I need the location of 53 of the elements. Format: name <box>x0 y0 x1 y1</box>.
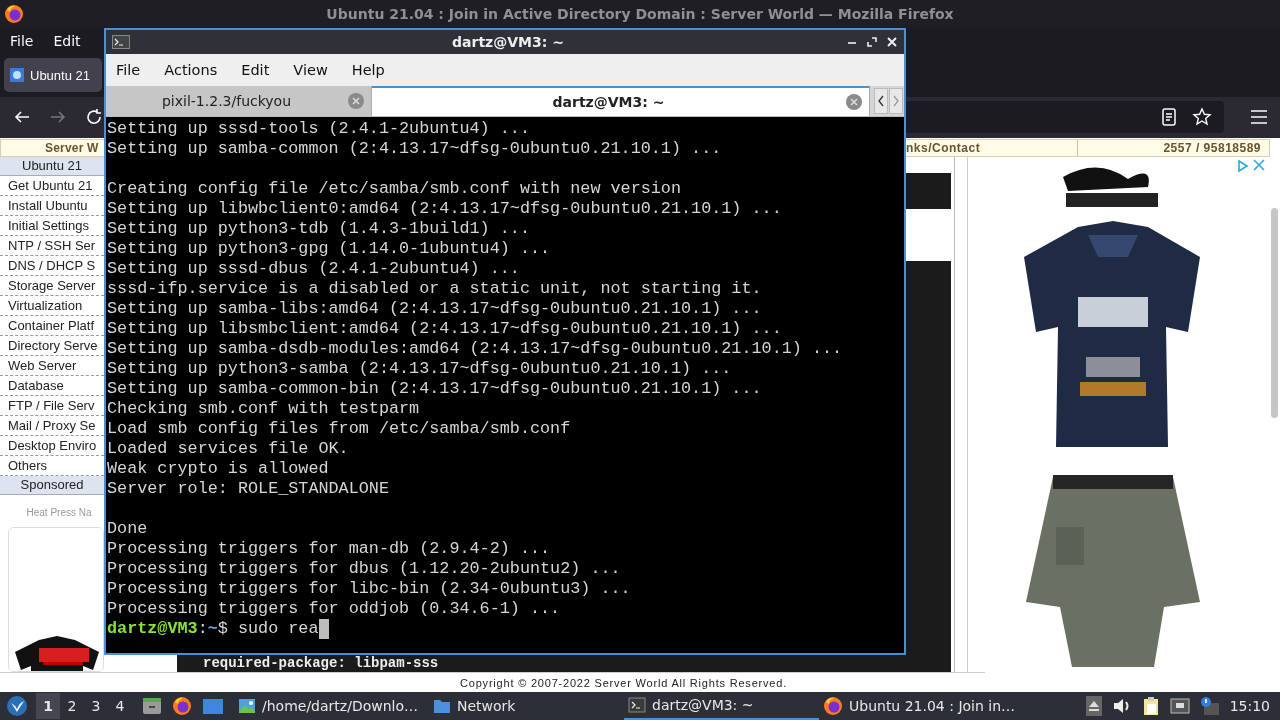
window-title: Ubuntu 21.04 : Join in Active Directory Domain : Server World — Mozilla Firefox <box>325 5 955 22</box>
terminal-tab[interactable]: dartz@VM3: ~ <box>372 86 870 116</box>
terminal-line: Setting up libwbclient0:amd64 (2:4.13.17~dfsg-0ubuntu0.21.10.1) ... <box>107 199 783 219</box>
menu-item[interactable]: Help <box>351 62 385 78</box>
copyright-text: Copyright © 2007-2022 Server World All Rights Reserved. <box>460 676 788 689</box>
site-title: Server W <box>44 140 100 156</box>
menu-item[interactable]: Edit <box>53 32 81 49</box>
sidebar-heading: Ubuntu 21 <box>0 157 104 176</box>
terminal-line: Creating config file /etc/samba/smb.conf with new version <box>107 179 682 199</box>
taskbar-button[interactable]: Network <box>429 692 624 720</box>
workspace-button[interactable]: 1 <box>36 693 60 719</box>
terminal-line: Checking smb.conf with testparm <box>107 399 421 419</box>
terminal-line: Setting up python3-samba (2:4.13.17~dfsg-0ubuntu0.21.10.1) ... <box>107 359 733 379</box>
menu-item[interactable]: Edit <box>241 62 270 78</box>
menu-item[interactable]: View <box>293 62 328 78</box>
nav-link[interactable]: nks/Contact <box>906 140 1077 156</box>
terminal-line: Done <box>107 519 149 539</box>
terminal-line: sssd-ifp.service is a disabled or a static unit, not starting it. <box>107 279 763 299</box>
terminal-line: Weak crypto is allowed <box>107 459 330 479</box>
terminal-line: Setting up samba-common-bin (2:4.13.17~dfsg-0ubuntu0.21.10.1) ... <box>107 379 763 399</box>
menu-item[interactable]: Actions <box>164 62 218 78</box>
terminal-line: Load smb config files from /etc/samba/smb.conf <box>107 419 572 439</box>
workspace-button[interactable]: 2 <box>60 693 84 719</box>
terminal-line: Server role: ROLE_STANDALONE <box>107 479 390 499</box>
terminal-line: Setting up libsmbclient:amd64 (2:4.13.17~dfsg-0ubuntu0.21.10.1) ... <box>107 319 783 339</box>
menu-item[interactable]: File <box>116 62 141 78</box>
terminal-line: Loaded services file OK. <box>107 439 350 459</box>
terminal-line: Setting up samba-common (2:4.13.17~dfsg-0ubuntu0.21.10.1) ... <box>107 139 723 159</box>
terminal-line: Processing triggers for man-db (2.9.4-2) ... <box>107 539 552 559</box>
window-title: dartz@VM3: ~ <box>451 34 565 50</box>
workspace-button[interactable]: 3 <box>84 693 108 719</box>
code-line: required-package: libpam-sss <box>202 656 439 672</box>
browser-tab[interactable]: Ubuntu 21 <box>4 58 102 93</box>
ad-caption: Heat Press Na <box>25 507 93 518</box>
taskbar-button[interactable]: Ubuntu 21.04 : Join in… <box>819 692 1014 720</box>
terminal-prompt: dartz@VM3:~$ sudo rea <box>107 619 319 639</box>
terminal-line: Processing triggers for oddjob (0.34.6-1) ... <box>107 599 562 619</box>
visitor-count: 2557 / 95818589 <box>1077 140 1271 156</box>
terminal-line: Setting up python3-gpg (1.14.0-1ubuntu4) ... <box>107 239 552 259</box>
terminal-line: Processing triggers for dbus (1.12.20-2ubuntu2) ... <box>107 559 622 579</box>
taskbar-button[interactable]: dartz@VM3: ~ <box>624 692 819 720</box>
clock: 15:10 <box>1229 698 1270 714</box>
terminal-line: Setting up sssd-tools (2.4.1-2ubuntu4) ... <box>107 119 531 139</box>
terminal-line: Processing triggers for libc-bin (2.34-0ubuntu3) ... <box>107 579 632 599</box>
workspace-button[interactable]: 4 <box>108 693 132 719</box>
terminal-line: Setting up python3-tdb (1.4.3-1build1) ... <box>107 219 531 239</box>
sidebar-heading: Sponsored <box>0 476 104 495</box>
terminal-line: Setting up samba-dsdb-modules:amd64 (2:4.13.17~dfsg-0ubuntu0.21.10.1) ... <box>107 339 844 359</box>
terminal-line: Setting up samba-libs:amd64 (2:4.13.17~dfsg-0ubuntu0.21.10.1) ... <box>107 299 763 319</box>
taskbar-button[interactable]: /home/dartz/Downlo… <box>234 692 429 720</box>
terminal-tab[interactable]: pixil-1.2.3/fuckyou <box>106 86 372 116</box>
terminal-line: Setting up sssd-dbus (2.4.1-2ubuntu4) ... <box>107 259 521 279</box>
menu-item[interactable]: File <box>10 32 34 49</box>
